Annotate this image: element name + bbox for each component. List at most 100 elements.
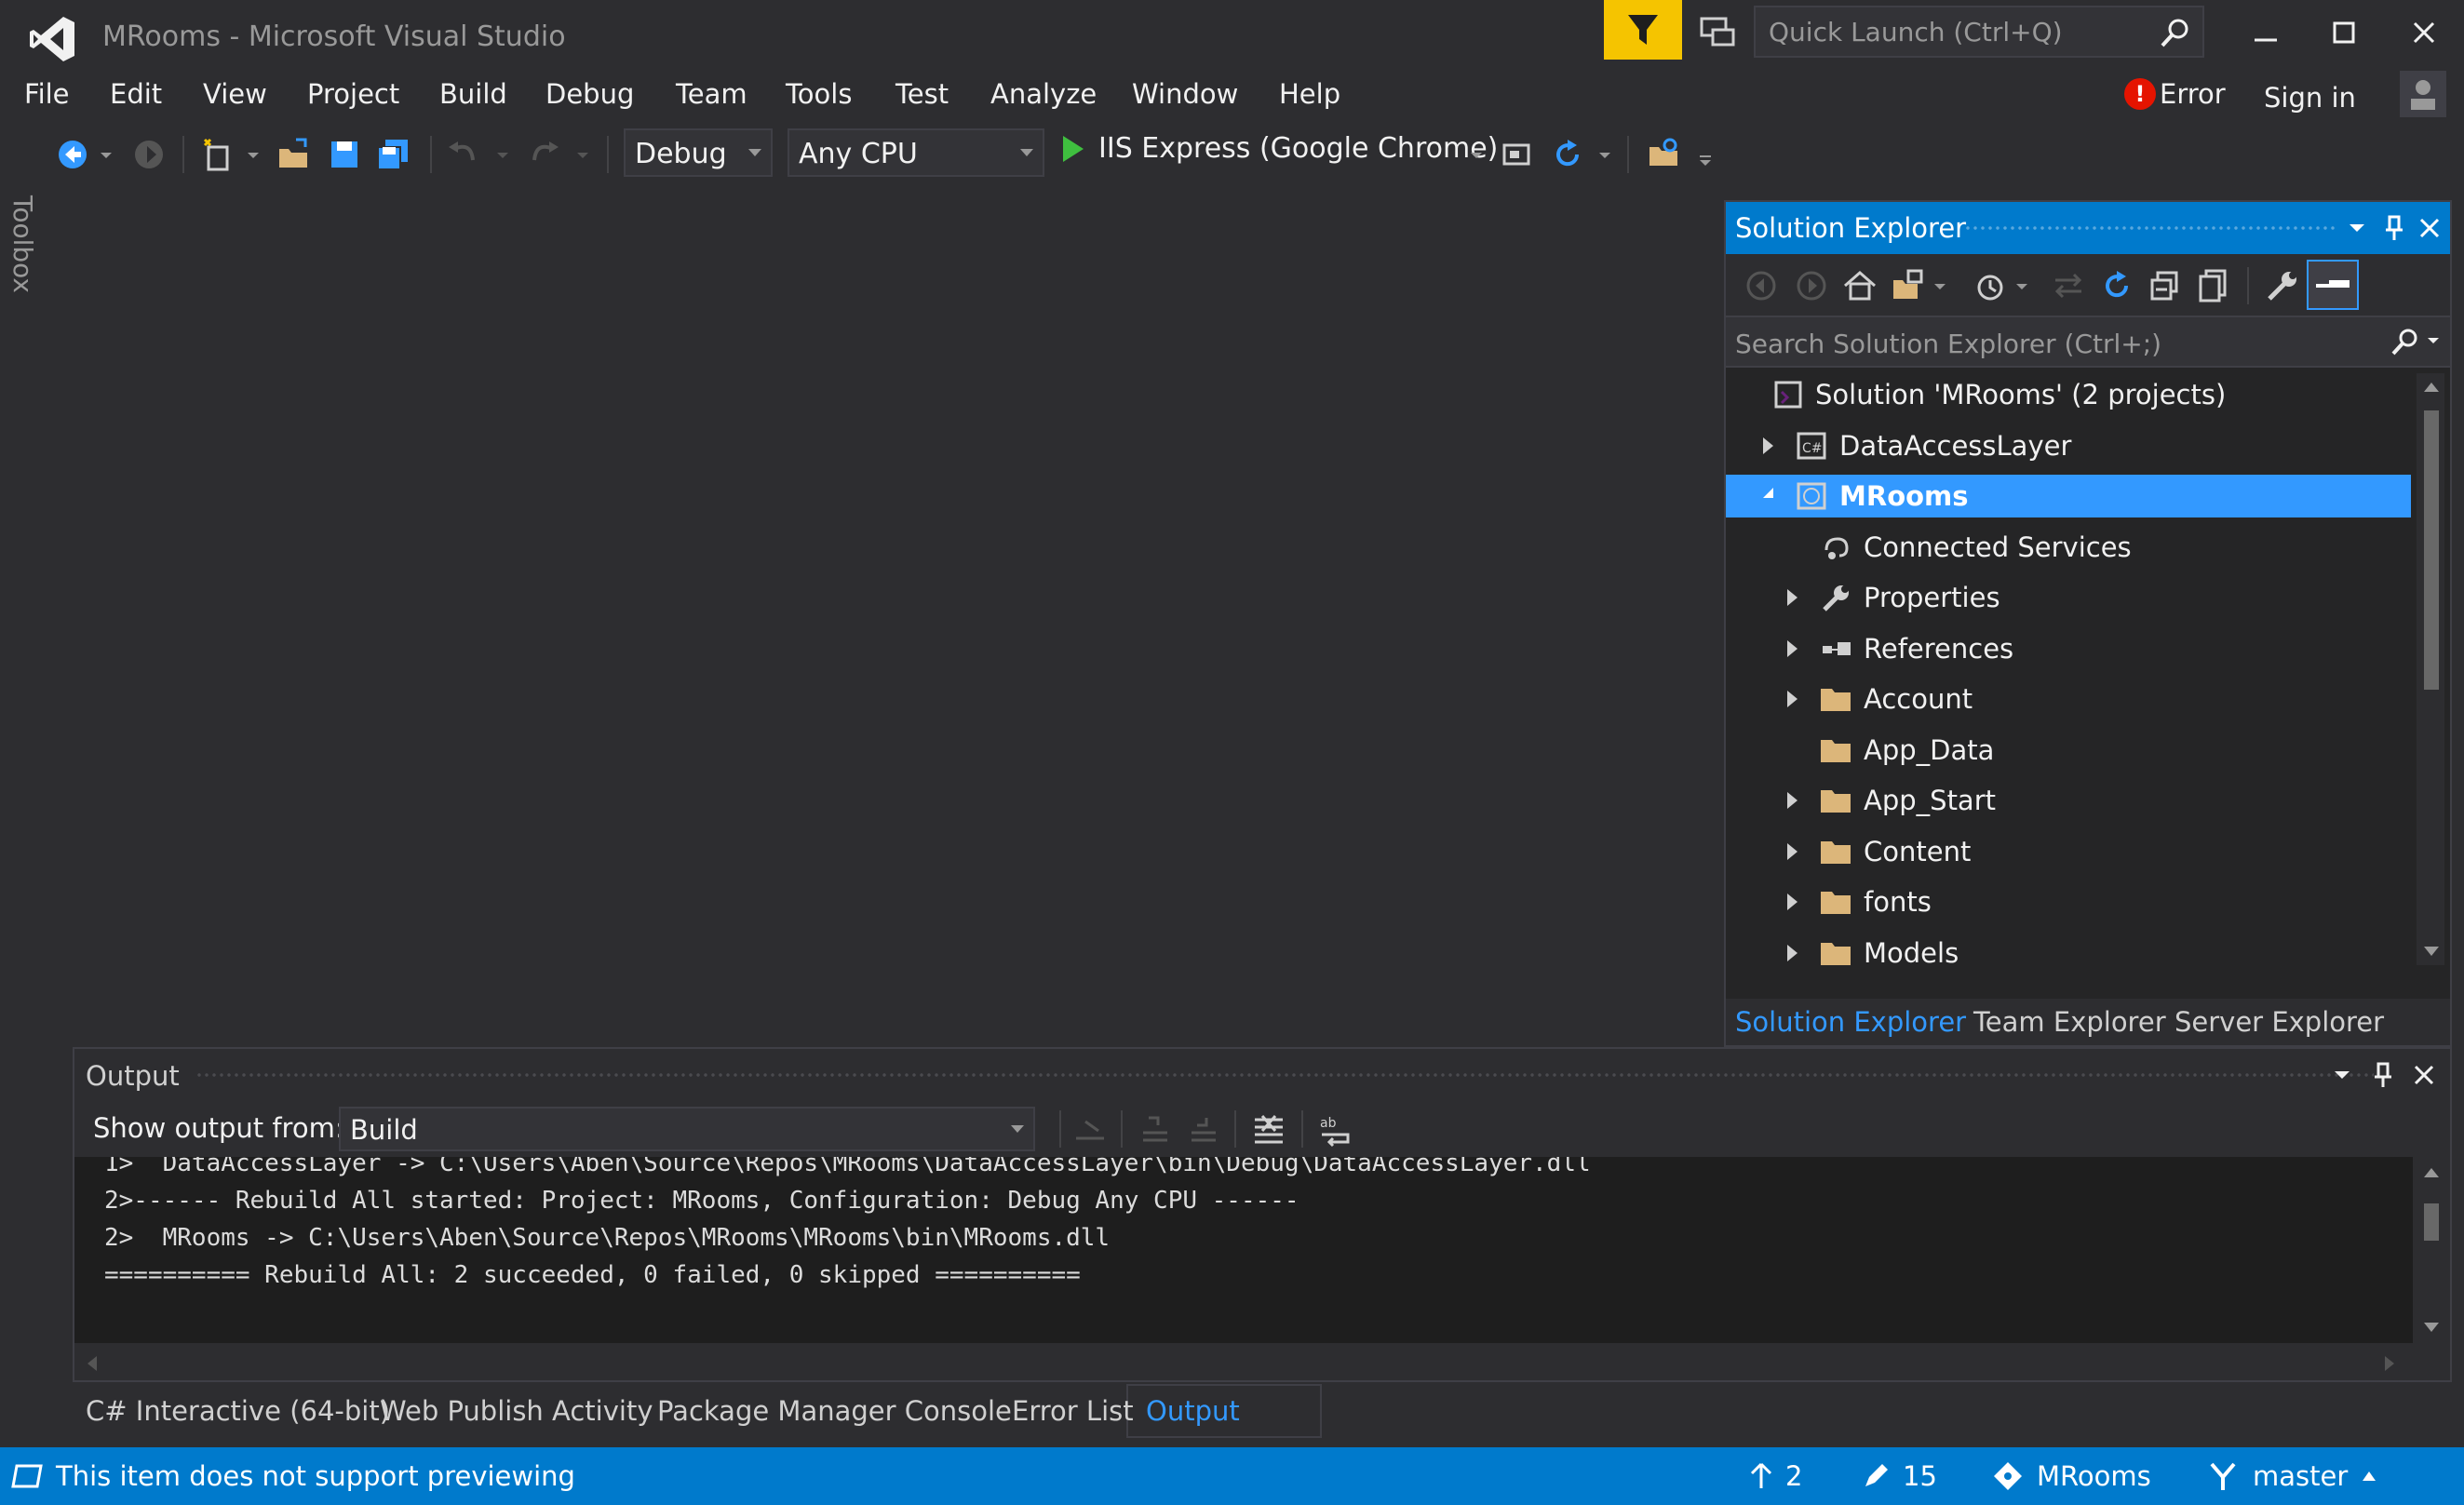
expanded-arrow-icon[interactable]: [1763, 488, 1773, 498]
refresh-icon[interactable]: [1549, 136, 1586, 173]
output-horizontal-scrollbar[interactable]: [74, 1343, 2413, 1380]
quick-launch-input[interactable]: [1769, 15, 2141, 48]
scroll-right-icon[interactable]: [2383, 1354, 2396, 1373]
collapse-all-icon[interactable]: [2147, 267, 2184, 304]
tree-item[interactable]: App_Data: [1726, 729, 2411, 772]
tab-error-list[interactable]: Error List: [1012, 1395, 1134, 1427]
switch-views-dropdown-icon[interactable]: [1931, 267, 1949, 304]
tree-item[interactable]: fonts: [1726, 880, 2411, 923]
refresh-icon[interactable]: [2098, 267, 2135, 304]
tree-item[interactable]: Properties: [1726, 576, 2411, 619]
previous-message-icon[interactable]: [1136, 1110, 1175, 1149]
tree-item[interactable]: App_Start: [1726, 779, 2411, 822]
properties-wrench-icon[interactable]: [2264, 267, 2301, 304]
redo-icon[interactable]: [525, 136, 562, 173]
save-all-icon[interactable]: [374, 136, 411, 173]
menu-edit[interactable]: Edit: [110, 78, 162, 110]
maximize-button[interactable]: [2316, 9, 2372, 56]
navigate-forward-icon[interactable]: [130, 136, 168, 173]
scroll-up-icon[interactable]: [2422, 381, 2441, 394]
scrollbar-thumb[interactable]: [2424, 410, 2439, 690]
menu-project[interactable]: Project: [307, 78, 399, 110]
menu-tools[interactable]: Tools: [786, 78, 852, 110]
menu-file[interactable]: File: [24, 78, 70, 110]
run-target-dropdown-icon[interactable]: [1467, 136, 1486, 173]
repository-picker[interactable]: MRooms: [1992, 1460, 2151, 1492]
home-icon[interactable]: [1841, 267, 1878, 304]
sync-with-active-document-icon[interactable]: [2050, 267, 2087, 304]
preview-selected-items-button[interactable]: [2307, 260, 2359, 310]
undo-icon[interactable]: [445, 136, 482, 173]
tab-solution-explorer[interactable]: Solution Explorer: [1735, 1006, 1966, 1038]
tab-server-explorer[interactable]: Server Explorer: [2175, 1006, 2384, 1038]
search-icon[interactable]: [2158, 17, 2191, 50]
tree-item[interactable]: MRooms: [1726, 475, 2411, 517]
scroll-left-icon[interactable]: [86, 1354, 99, 1373]
navigate-back-icon[interactable]: [54, 136, 91, 173]
refresh-dropdown-icon[interactable]: [1596, 136, 1614, 173]
close-window-button[interactable]: [2396, 9, 2452, 56]
collapsed-arrow-icon[interactable]: [1787, 639, 1798, 657]
show-all-files-icon[interactable]: [2195, 267, 2232, 304]
collapsed-arrow-icon[interactable]: [1787, 792, 1798, 809]
panel-grip[interactable]: [195, 1071, 2374, 1081]
error-notification[interactable]: ! Error: [2124, 78, 2226, 110]
save-icon[interactable]: [326, 136, 363, 173]
sign-in-link[interactable]: Sign in: [2264, 82, 2356, 114]
menu-view[interactable]: View: [203, 78, 267, 110]
tab-web-publish-activity[interactable]: Web Publish Activity: [380, 1395, 653, 1427]
quick-launch-box[interactable]: [1754, 6, 2204, 58]
tree-item[interactable]: Content: [1726, 830, 2411, 873]
panel-grip[interactable]: [1964, 224, 2336, 234]
collapsed-arrow-icon[interactable]: [1787, 589, 1798, 606]
collapsed-arrow-icon[interactable]: [1763, 437, 1773, 454]
back-icon[interactable]: [1743, 267, 1780, 304]
close-panel-button[interactable]: [2407, 1058, 2441, 1092]
tree-item[interactable]: Solution 'MRooms' (2 projects): [1726, 373, 2411, 416]
menu-test[interactable]: Test: [895, 78, 949, 110]
start-debugging-button[interactable]: IIS Express (Google Chrome): [1063, 132, 1498, 165]
panel-options-button[interactable]: [2340, 211, 2374, 245]
minimize-button[interactable]: [2238, 9, 2294, 56]
scroll-down-icon[interactable]: [2422, 945, 2441, 958]
menu-debug[interactable]: Debug: [545, 78, 634, 110]
browser-link-icon[interactable]: [1499, 136, 1536, 173]
branch-picker[interactable]: master: [2206, 1460, 2377, 1492]
new-project-icon[interactable]: [199, 136, 236, 173]
new-dropdown-icon[interactable]: [244, 136, 263, 173]
tree-vertical-scrollbar[interactable]: [2417, 373, 2444, 965]
go-to-line-icon[interactable]: [1070, 1110, 1110, 1149]
search-icon[interactable]: [2389, 327, 2420, 358]
tab-output[interactable]: Output: [1146, 1395, 1240, 1427]
scroll-down-icon[interactable]: [2422, 1321, 2441, 1334]
output-source-dropdown[interactable]: Build: [339, 1107, 1035, 1151]
unpushed-commits[interactable]: 2: [1750, 1460, 1802, 1492]
redo-dropdown-icon[interactable]: [573, 136, 592, 173]
solution-platform-dropdown[interactable]: Any CPU: [788, 128, 1044, 177]
panel-options-button[interactable]: [2325, 1058, 2359, 1092]
pin-button[interactable]: [2366, 1058, 2400, 1092]
collapsed-arrow-icon[interactable]: [1787, 691, 1798, 707]
undo-dropdown-icon[interactable]: [493, 136, 512, 173]
search-options-dropdown-icon[interactable]: [2426, 334, 2441, 349]
find-in-files-icon[interactable]: [1646, 136, 1683, 173]
tab-csharp-interactive[interactable]: C# Interactive (64-bit): [86, 1395, 390, 1427]
clear-all-icon[interactable]: [1249, 1110, 1288, 1149]
feedback-button[interactable]: [1604, 0, 1682, 60]
scrollbar-thumb[interactable]: [2424, 1203, 2439, 1241]
menu-analyze[interactable]: Analyze: [990, 78, 1097, 110]
collapsed-arrow-icon[interactable]: [1787, 894, 1798, 910]
close-panel-button[interactable]: [2413, 211, 2446, 245]
collapsed-arrow-icon[interactable]: [1787, 944, 1798, 961]
collapsed-arrow-icon[interactable]: [1787, 842, 1798, 860]
toolbar-overflow-icon[interactable]: [1696, 136, 1715, 173]
menu-window[interactable]: Window: [1132, 78, 1238, 110]
live-share-icon[interactable]: [1694, 9, 1741, 56]
pending-changes-filter-icon[interactable]: [1972, 267, 2009, 304]
tree-item[interactable]: References: [1726, 627, 2411, 670]
tree-item[interactable]: Account: [1726, 678, 2411, 720]
pending-changes[interactable]: 15: [1862, 1460, 1937, 1492]
solution-search-input[interactable]: [1735, 327, 2368, 360]
menu-help[interactable]: Help: [1279, 78, 1340, 110]
next-message-icon[interactable]: [1184, 1110, 1223, 1149]
